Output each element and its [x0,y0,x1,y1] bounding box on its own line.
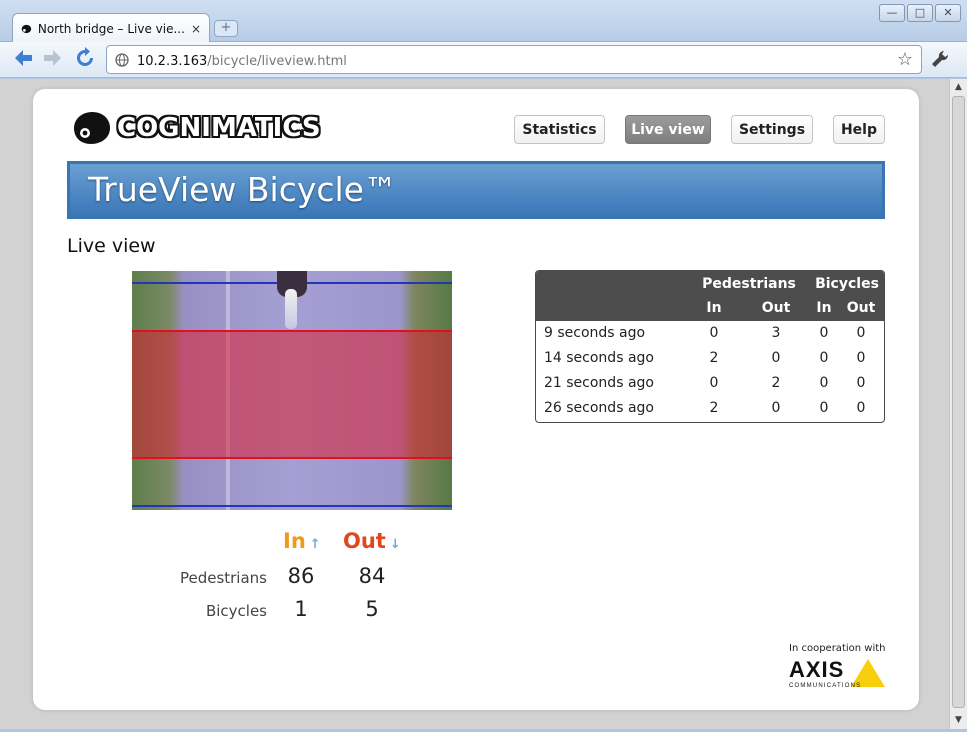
counts-pedestrians-out: 84 [358,564,386,588]
new-tab-button[interactable]: + [214,20,238,37]
row-bic-out: 0 [856,375,866,391]
row-ped-out: 2 [771,375,781,391]
header-ped-in: In [706,300,722,316]
nav-help[interactable]: Help [833,115,885,144]
row-time: 14 seconds ago [544,350,654,366]
browser-titlebar: North bridge – Live vie... × + — □ ✕ [0,0,967,43]
row-bic-out: 0 [856,325,866,341]
arrow-down-icon: ↓ [389,537,401,552]
arrow-up-icon: ↑ [309,537,321,552]
browser-tab[interactable]: North bridge – Live vie... × [12,13,210,43]
nav-statistics[interactable]: Statistics [514,115,605,144]
row-ped-in: 0 [709,375,719,391]
live-camera-feed [132,271,452,510]
globe-icon [115,52,129,67]
page-title: Live view [67,235,156,257]
scroll-down-arrow-icon[interactable]: ▼ [952,714,965,727]
scroll-up-arrow-icon[interactable]: ▲ [952,81,965,94]
browser-toolbar: 10.2.3.163/bicycle/liveview.html ☆ [0,42,967,78]
window-controls: — □ ✕ [879,4,961,22]
counting-line-bottom [132,505,452,507]
axis-logo-text: AXIS [789,657,845,682]
close-window-button[interactable]: ✕ [935,4,961,22]
row-bic-in: 0 [819,400,829,416]
maximize-button[interactable]: □ [907,4,933,22]
product-banner: TrueView Bicycle™ [67,161,885,219]
row-ped-out: 0 [771,400,781,416]
axis-logo-subtext: COMMUNICATIONS [789,683,862,689]
row-ped-out: 3 [771,325,781,341]
live-counts: In ↑ Out ↓ Pedestrians 86 84 Bicycles 1 5 [153,527,453,627]
reload-button[interactable] [72,47,98,73]
counts-bicycles-out: 5 [365,597,379,621]
counts-in-header: In ↑ [283,529,321,553]
recent-events-table: Pedestrians Bicycles In Out In Out 9 sec… [535,270,885,423]
logo-mark-icon [74,112,110,144]
header-bicycles: Bicycles [815,276,879,292]
url-host: 10.2.3.163 [137,54,208,69]
vertical-scrollbar[interactable]: ▲ ▼ [949,79,967,729]
row-bic-in: 0 [819,325,829,341]
row-ped-in: 0 [709,325,719,341]
nav-live-view[interactable]: Live view [625,115,711,144]
row-bic-out: 0 [856,400,866,416]
table-header: Pedestrians Bicycles In Out In Out [536,271,884,321]
reload-icon [77,47,93,66]
row-bic-out: 0 [856,350,866,366]
counts-row-label: Bicycles [205,602,267,620]
minimize-button[interactable]: — [879,4,905,22]
tab-title: North bridge – Live vie... [37,21,185,36]
counts-row-label: Pedestrians [179,569,267,587]
forward-icon [44,50,61,66]
address-bar[interactable]: 10.2.3.163/bicycle/liveview.html ☆ [106,45,922,74]
scroll-thumb[interactable] [952,96,965,708]
row-time: 9 seconds ago [544,325,646,341]
row-ped-out: 0 [771,350,781,366]
counts-pedestrians-in: 86 [287,564,315,588]
content-card: COGNIMATICS Statistics Live view Setting… [33,89,919,710]
row-time: 26 seconds ago [544,400,654,416]
row-bic-in: 0 [819,350,829,366]
favicon-icon [21,24,32,33]
header-bic-in: In [816,300,832,316]
counts-out-header: Out ↓ [343,529,401,553]
cognimatics-logo[interactable]: COGNIMATICS [73,111,321,145]
tab-close-icon[interactable]: × [191,22,201,36]
page-viewport: COGNIMATICS Statistics Live view Setting… [0,79,949,729]
nav-settings[interactable]: Settings [731,115,813,144]
back-button[interactable] [10,47,36,73]
header-pedestrians: Pedestrians [702,276,796,292]
header-bic-out: Out [846,300,876,316]
bookmark-star-icon[interactable]: ☆ [897,49,913,70]
row-ped-in: 2 [709,350,719,366]
wrench-icon[interactable] [930,49,950,74]
back-icon [15,50,32,66]
counts-bicycles-in: 1 [294,597,308,621]
cooperation-text: In cooperation with [789,643,886,654]
row-time: 21 seconds ago [544,375,654,391]
header-ped-out: Out [761,300,791,316]
axis-logo[interactable]: AXIS COMMUNICATIONS [789,657,887,691]
banner-title: TrueView Bicycle™ [88,170,397,209]
bicycle-figure [285,289,297,329]
forward-button[interactable] [40,47,66,73]
row-bic-in: 0 [819,375,829,391]
row-ped-in: 2 [709,400,719,416]
url-path: /bicycle/liveview.html [207,54,347,69]
counting-zone [132,330,452,459]
logo-text: COGNIMATICS [117,113,321,143]
